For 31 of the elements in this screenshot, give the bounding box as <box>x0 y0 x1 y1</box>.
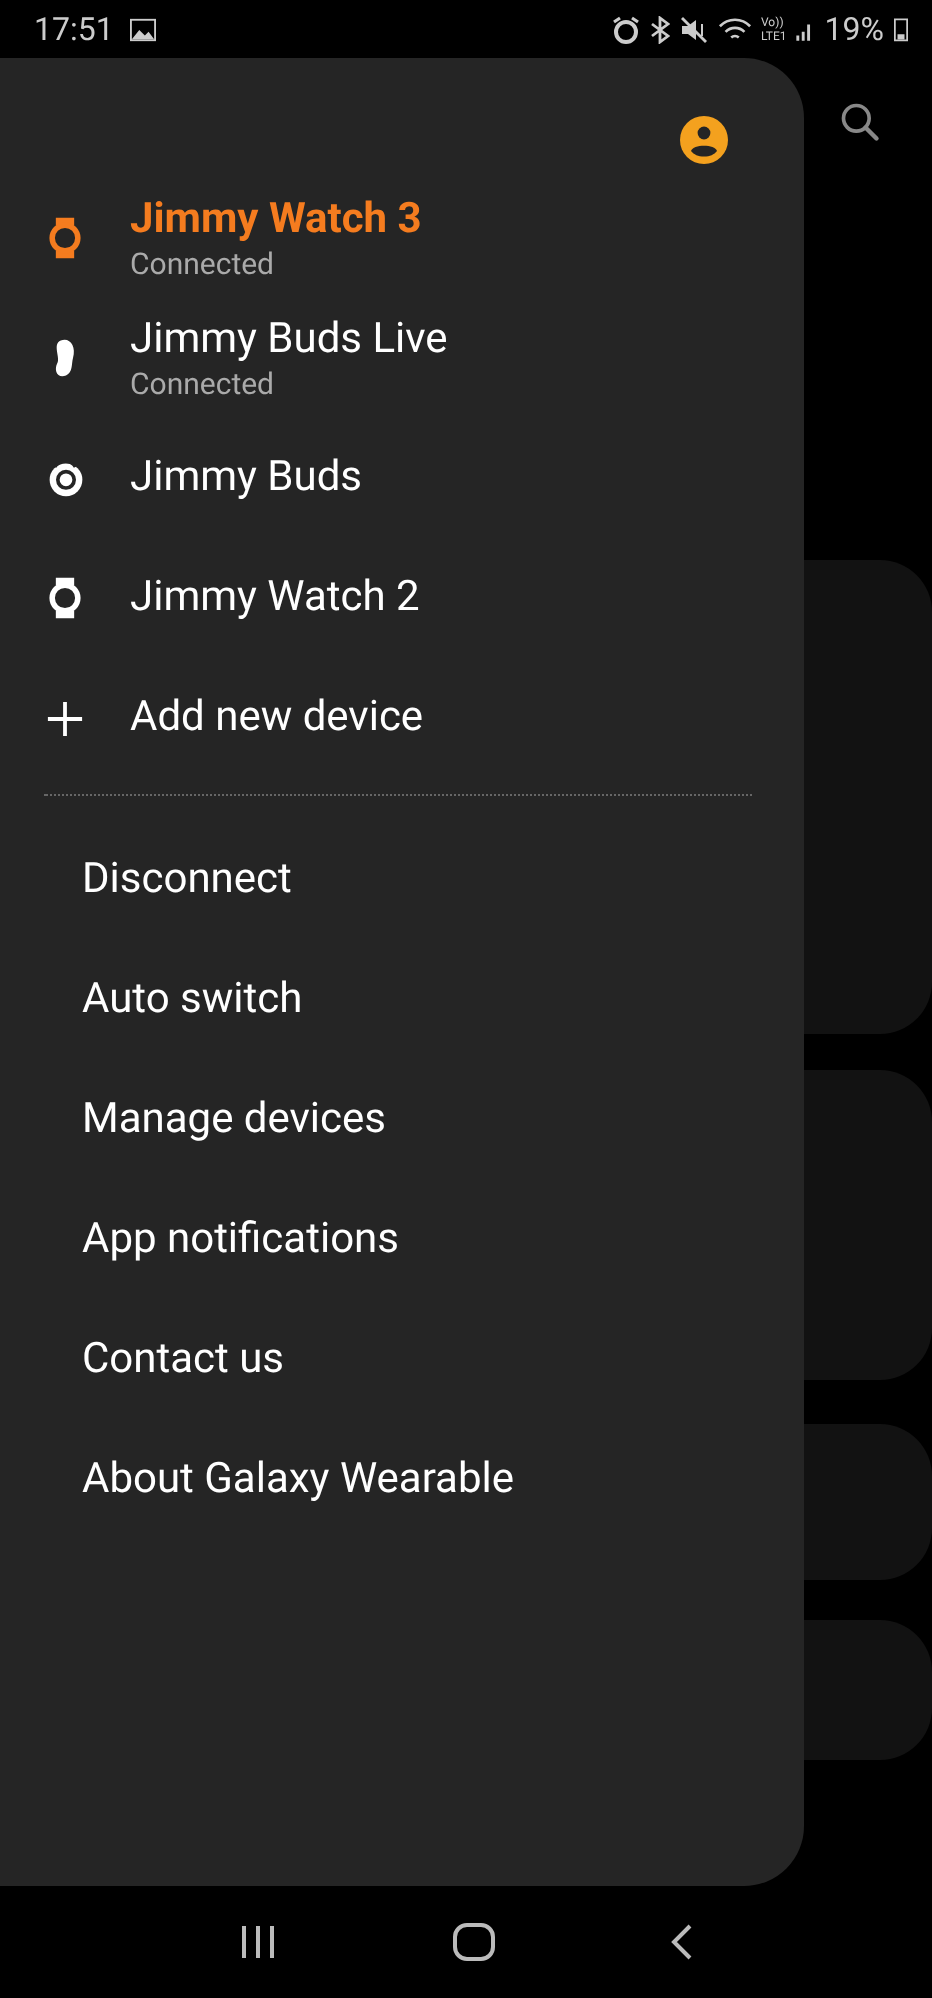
account-icon[interactable] <box>680 116 728 164</box>
alarm-icon <box>611 15 639 43</box>
bluetooth-icon <box>649 15 669 43</box>
connection-status: Connected <box>130 365 277 401</box>
mute-icon <box>679 15 707 43</box>
battery-icon <box>894 16 908 42</box>
watch-icon <box>46 216 84 260</box>
back-icon[interactable] <box>670 1922 695 1962</box>
wifi-icon <box>717 15 751 43</box>
search-icon[interactable] <box>838 100 882 144</box>
menu-item[interactable]: Manage devices <box>82 1096 387 1144</box>
recent-apps-icon[interactable] <box>237 1924 278 1960</box>
watch-icon <box>46 576 84 620</box>
plus-icon <box>46 699 84 737</box>
clock-time: 17:51 <box>34 10 114 48</box>
device-name[interactable]: Jimmy Watch 2 <box>130 573 420 623</box>
menu-item[interactable]: Contact us <box>82 1336 285 1384</box>
menu-item[interactable]: About Galaxy Wearable <box>82 1456 514 1504</box>
menu-item[interactable]: Disconnect <box>82 856 292 904</box>
earbuds-icon <box>45 458 85 498</box>
home-icon[interactable] <box>451 1922 496 1962</box>
add-device-link[interactable]: Add new device <box>130 693 424 743</box>
menu-item[interactable]: App notifications <box>82 1216 399 1264</box>
battery-percent: 19% <box>824 10 884 48</box>
device-name[interactable]: Jimmy Buds Live <box>130 315 448 365</box>
device-name[interactable]: Jimmy Watch 3 <box>130 195 422 245</box>
connection-status: Connected <box>130 245 277 281</box>
earbud-icon <box>51 336 79 380</box>
image-icon <box>129 17 156 41</box>
menu-item[interactable]: Auto switch <box>82 976 303 1024</box>
device-name[interactable]: Jimmy Buds <box>130 453 363 503</box>
